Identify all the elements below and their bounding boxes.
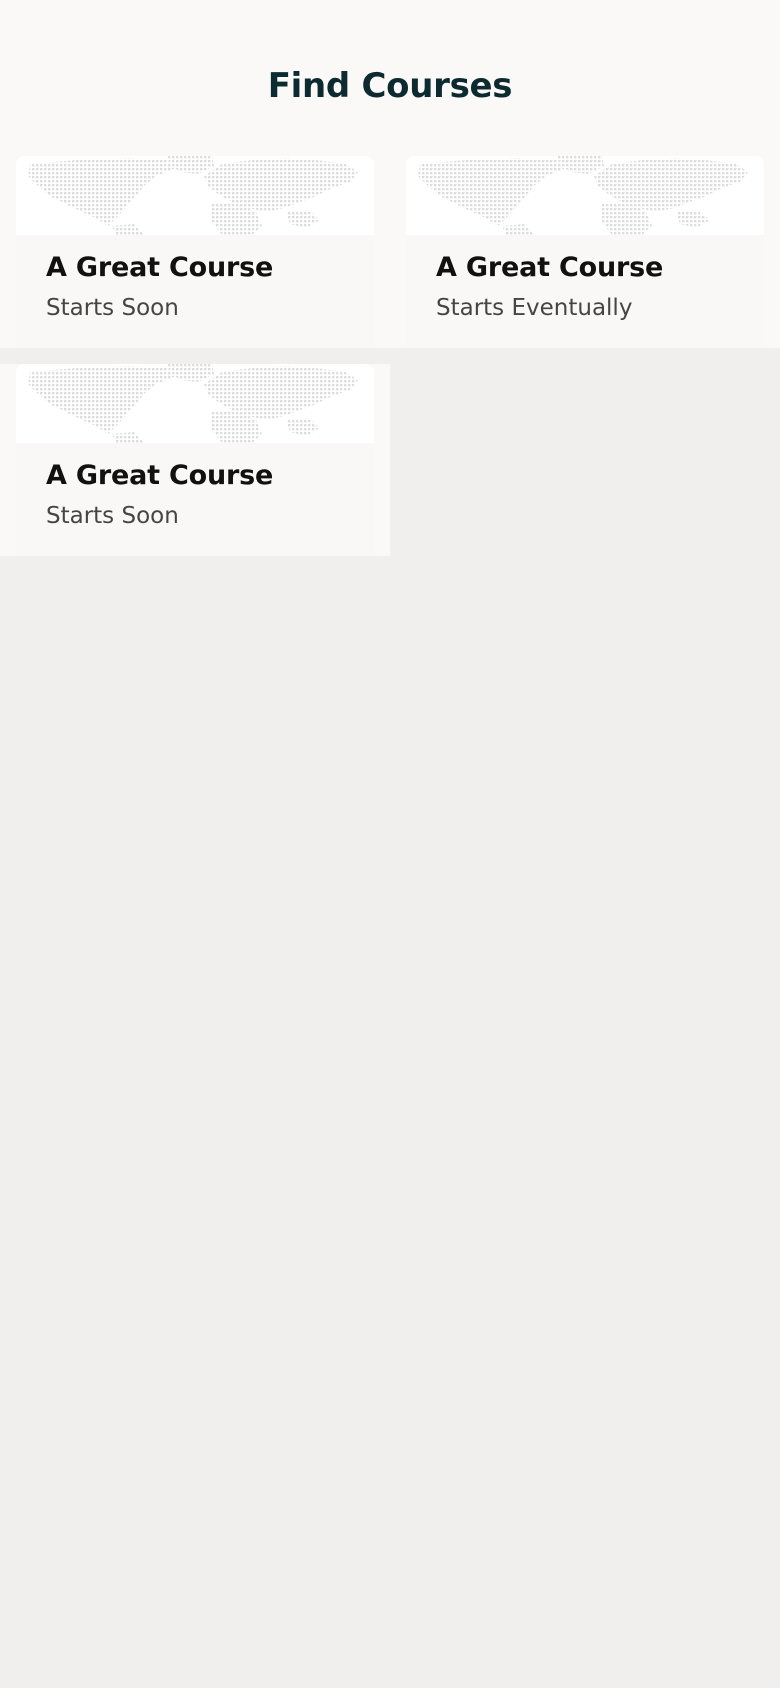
page-title: Find Courses (267, 66, 513, 106)
course-title: A Great Course (46, 460, 274, 491)
course-start-status: Starts Soon (46, 295, 179, 321)
course-card[interactable]: A Great Course Starts Soon (16, 156, 374, 348)
world-map-icon (16, 156, 374, 235)
course-card[interactable]: A Great Course Starts Eventually (406, 156, 764, 348)
course-start-status: Starts Eventually (436, 295, 633, 321)
course-title: A Great Course (436, 252, 664, 283)
world-map-icon (16, 364, 374, 443)
page-header: Find Courses (0, 0, 780, 156)
course-card[interactable]: A Great Course Starts Soon (16, 364, 374, 556)
course-cell: A Great Course Starts Soon (0, 364, 390, 556)
course-cell: A Great Course Starts Eventually (390, 156, 780, 348)
world-map-icon (406, 156, 764, 235)
course-cell: A Great Course Starts Soon (0, 156, 390, 348)
course-start-status: Starts Soon (46, 503, 179, 529)
course-title: A Great Course (46, 252, 274, 283)
